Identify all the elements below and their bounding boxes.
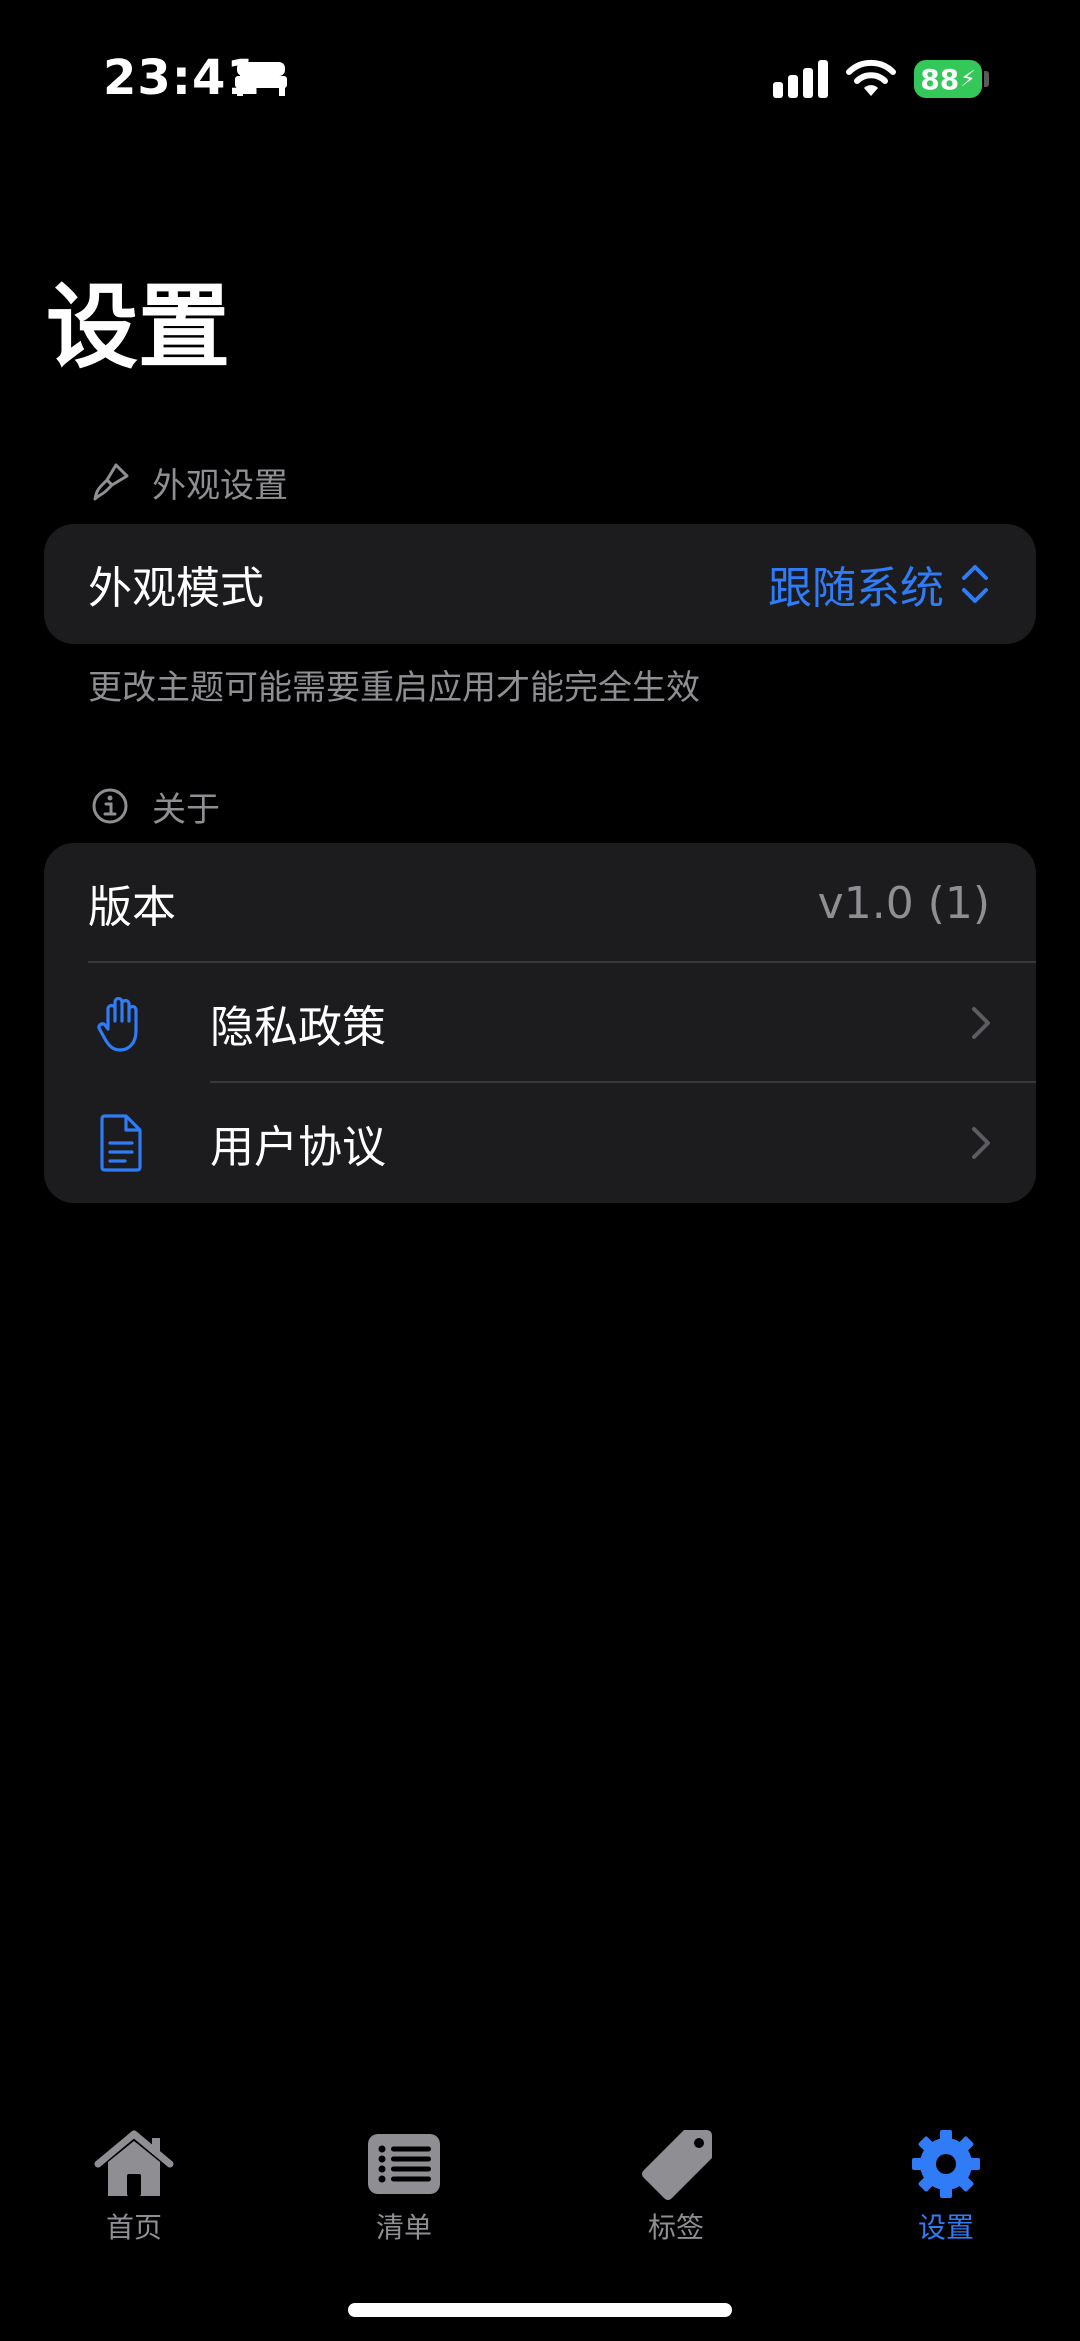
version-label: 版本 [88,882,176,933]
tab-home[interactable]: 首页 [54,2128,214,2246]
appearance-mode-value: 跟随系统 [768,563,944,614]
battery-level: 88 [920,62,960,96]
appearance-mode-picker[interactable]: 跟随系统 [768,552,992,616]
tab-label: 标签 [647,2211,704,2244]
chevron-right-icon [972,1127,990,1159]
home-indicator[interactable] [348,2303,732,2317]
tag-icon [642,2130,712,2200]
tab-tags[interactable]: 标签 [596,2128,756,2246]
chevron-up-down-icon [962,565,988,603]
battery-indicator: 88 ⚡ [914,60,982,98]
list-icon [368,2134,440,2194]
hand-raised-icon [97,996,138,1052]
version-value: v1.0 (1) [817,877,990,929]
user-agreement-label: 用户协议 [210,1122,386,1173]
wifi-icon [846,59,896,96]
tab-label: 清单 [375,2211,432,2244]
paintbrush-icon [93,463,129,501]
tab-settings[interactable]: 设置 [866,2128,1026,2246]
appearance-footnote: 更改主题可能需要重启应用才能完全生效 [88,668,700,708]
document-icon [100,1114,142,1172]
charging-bolt-icon: ⚡ [960,66,976,92]
tab-list[interactable]: 清单 [324,2128,484,2246]
appearance-section-title: 外观设置 [152,465,288,506]
about-section-title: 关于 [152,789,220,830]
cellular-signal-icon [773,60,828,98]
appearance-card: 外观模式 跟随系统 [44,524,1036,644]
tab-label: 设置 [917,2211,974,2244]
tab-label: 首页 [105,2211,162,2244]
privacy-policy-label: 隐私政策 [210,1002,386,1053]
bed-icon [235,62,287,96]
user-agreement-row[interactable]: 用户协议 [44,1083,1036,1203]
appearance-section-header: 外观设置 [90,460,288,506]
about-card: 版本 v1.0 (1) 隐私政策 用户协议 [44,843,1036,1203]
house-icon [94,2130,174,2196]
appearance-mode-row[interactable]: 外观模式 跟随系统 [44,524,1036,644]
appearance-mode-label: 外观模式 [88,563,264,614]
battery-cap [984,71,989,87]
gear-icon [912,2130,980,2198]
version-row: 版本 v1.0 (1) [44,843,1036,963]
about-section-header: 关于 [90,784,220,830]
chevron-right-icon [972,1007,990,1039]
info-circle-icon [92,788,128,824]
settings-screen: 23:41 88 ⚡ 设置 外观设置 外观模式 跟随系统 更改主题可能需要重启应… [0,0,1080,2341]
privacy-policy-row[interactable]: 隐私政策 [44,963,1036,1083]
page-title: 设置 [46,274,231,381]
